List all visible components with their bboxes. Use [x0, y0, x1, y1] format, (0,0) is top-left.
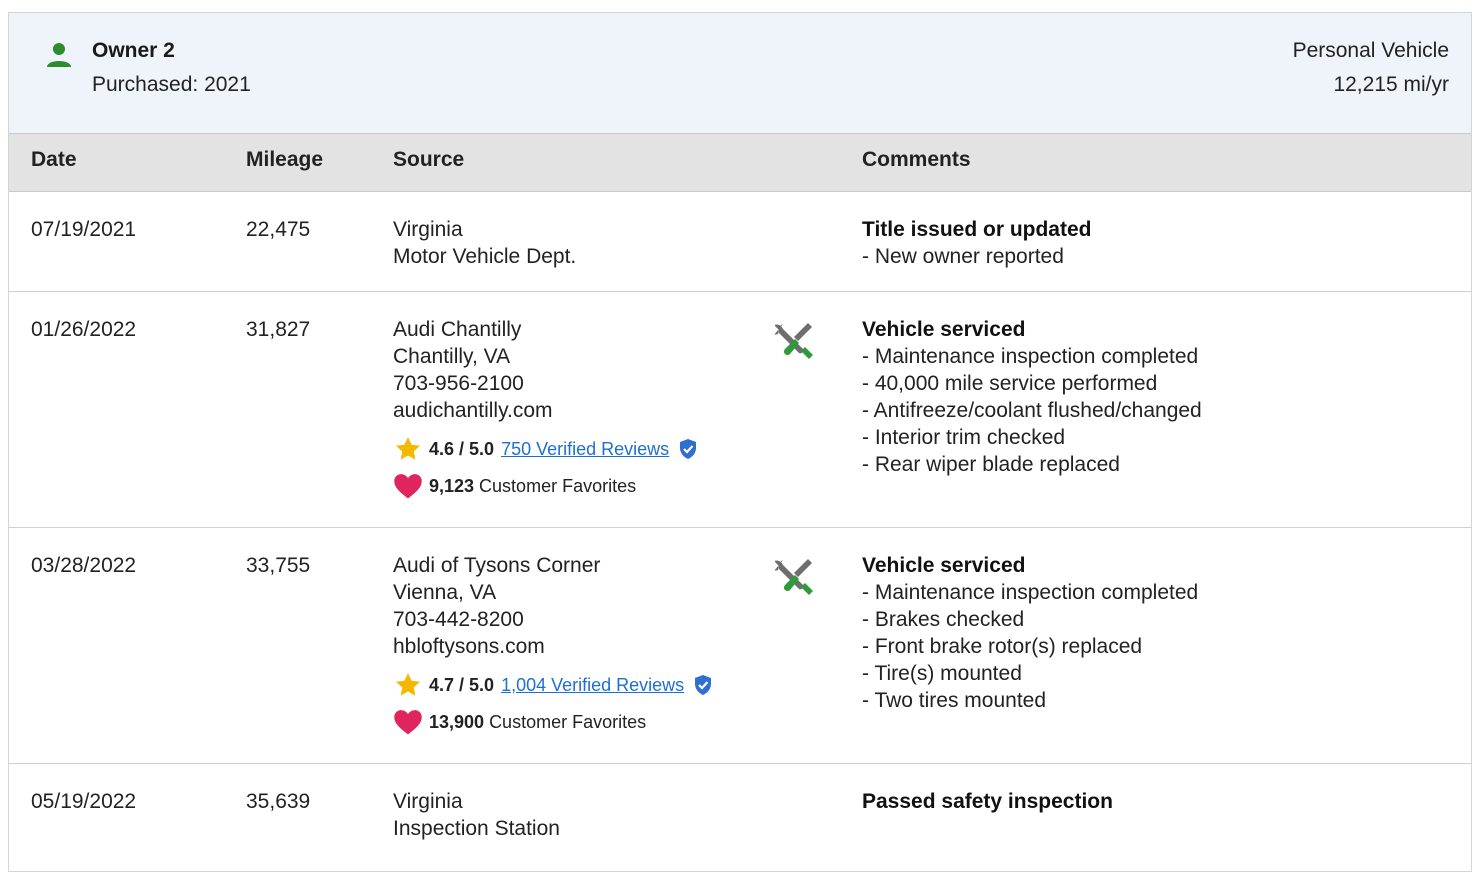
comment-title: Title issued or updated: [862, 218, 1092, 241]
record-date: 03/28/2022: [31, 554, 137, 577]
source-line: Virginia: [393, 218, 463, 241]
column-header-date: Date: [31, 148, 77, 171]
table-header: Date Mileage Source Comments: [9, 134, 1471, 192]
favorites-count: 13,900: [429, 711, 485, 732]
rating-score: 4.7 / 5.0: [429, 674, 495, 695]
comment-title: Vehicle serviced: [862, 554, 1026, 577]
dealer-rating: 4.6 / 5.0 750 Verified Reviews: [393, 432, 698, 466]
owner-history-card: Owner 2 Purchased: 2021 Personal Vehicle…: [8, 12, 1472, 872]
service-tools-icon: [774, 320, 815, 366]
comment-item: - Brakes checked: [862, 608, 1025, 631]
record-date: 07/19/2021: [31, 218, 137, 241]
table-row: 07/19/2021 22,475 Virginia Motor Vehicle…: [9, 192, 1471, 292]
comment-item: - Interior trim checked: [862, 426, 1066, 449]
comment-item: - Maintenance inspection completed: [862, 581, 1199, 604]
source-line: Inspection Station: [393, 817, 560, 840]
comment-title: Vehicle serviced: [862, 318, 1026, 341]
source-website: audichantilly.com: [393, 399, 553, 422]
verified-reviews-link[interactable]: 750 Verified Reviews: [501, 436, 669, 463]
record-mileage: 22,475: [246, 218, 311, 241]
table-row: 03/28/2022 33,755 Audi of Tysons Corner …: [9, 528, 1471, 764]
favorites-label: Customer Favorites: [489, 711, 647, 732]
heart-icon: [393, 472, 423, 500]
comment-item: - Rear wiper blade replaced: [862, 453, 1120, 476]
source-line: Virginia: [393, 790, 463, 813]
source-name: Audi of Tysons Corner: [393, 554, 601, 577]
column-header-mileage: Mileage: [246, 148, 324, 171]
favorites-count: 9,123: [429, 475, 475, 496]
customer-favorites: 13,900 Customer Favorites: [393, 706, 713, 738]
source-line: Motor Vehicle Dept.: [393, 245, 577, 268]
comment-item: - New owner reported: [862, 245, 1064, 268]
column-header-source: Source: [393, 148, 465, 171]
source-phone: 703-442-8200: [393, 608, 524, 631]
comment-item: - Antifreeze/coolant flushed/changed: [862, 399, 1202, 422]
comment-item: - Two tires mounted: [862, 689, 1047, 712]
record-comments: Vehicle serviced - Maintenance inspectio…: [862, 316, 1202, 478]
favorites-label: Customer Favorites: [479, 475, 637, 496]
dealer-rating: 4.7 / 5.0 1,004 Verified Reviews: [393, 668, 713, 702]
comment-item: - 40,000 mile service performed: [862, 372, 1158, 395]
source-website: hbloftysons.com: [393, 635, 545, 658]
verified-shield-icon: [678, 438, 698, 460]
record-source: Audi Chantilly Chantilly, VA 703-956-210…: [393, 316, 698, 502]
miles-per-year: 12,215 mi/yr: [1333, 73, 1449, 96]
column-header-comments: Comments: [862, 148, 971, 171]
record-comments: Vehicle serviced - Maintenance inspectio…: [862, 552, 1198, 714]
owner-header: Owner 2 Purchased: 2021 Personal Vehicle…: [9, 13, 1471, 134]
record-date: 05/19/2022: [31, 790, 137, 813]
comment-item: - Tire(s) mounted: [862, 662, 1022, 685]
record-source: Virginia Inspection Station: [393, 788, 560, 842]
star-icon: [393, 435, 423, 463]
source-location: Chantilly, VA: [393, 345, 511, 368]
source-name: Audi Chantilly: [393, 318, 522, 341]
owner-purchased: Purchased: 2021: [92, 73, 251, 96]
comment-title: Passed safety inspection: [862, 790, 1113, 813]
record-mileage: 35,639: [246, 790, 311, 813]
verified-shield-icon: [693, 674, 713, 696]
heart-icon: [393, 708, 423, 736]
table-row: 01/26/2022 31,827 Audi Chantilly Chantil…: [9, 292, 1471, 528]
rating-score: 4.6 / 5.0: [429, 438, 495, 459]
star-icon: [393, 671, 423, 699]
record-mileage: 31,827: [246, 318, 311, 341]
verified-reviews-link[interactable]: 1,004 Verified Reviews: [501, 672, 684, 699]
table-row: 05/19/2022 35,639 Virginia Inspection St…: [9, 764, 1471, 874]
record-source: Virginia Motor Vehicle Dept.: [393, 216, 576, 270]
vehicle-usage-type: Personal Vehicle: [1292, 39, 1449, 62]
source-location: Vienna, VA: [393, 581, 497, 604]
comment-item: - Front brake rotor(s) replaced: [862, 635, 1143, 658]
record-date: 01/26/2022: [31, 318, 137, 341]
owner-name: Owner 2: [92, 39, 175, 62]
record-comments: Title issued or updated - New owner repo…: [862, 216, 1091, 270]
customer-favorites: 9,123 Customer Favorites: [393, 470, 698, 502]
record-comments: Passed safety inspection: [862, 788, 1113, 815]
source-phone: 703-956-2100: [393, 372, 524, 395]
comment-item: - Maintenance inspection completed: [862, 345, 1199, 368]
record-source: Audi of Tysons Corner Vienna, VA 703-442…: [393, 552, 713, 738]
person-icon: [47, 43, 71, 67]
record-mileage: 33,755: [246, 554, 311, 577]
service-tools-icon: [774, 556, 815, 602]
